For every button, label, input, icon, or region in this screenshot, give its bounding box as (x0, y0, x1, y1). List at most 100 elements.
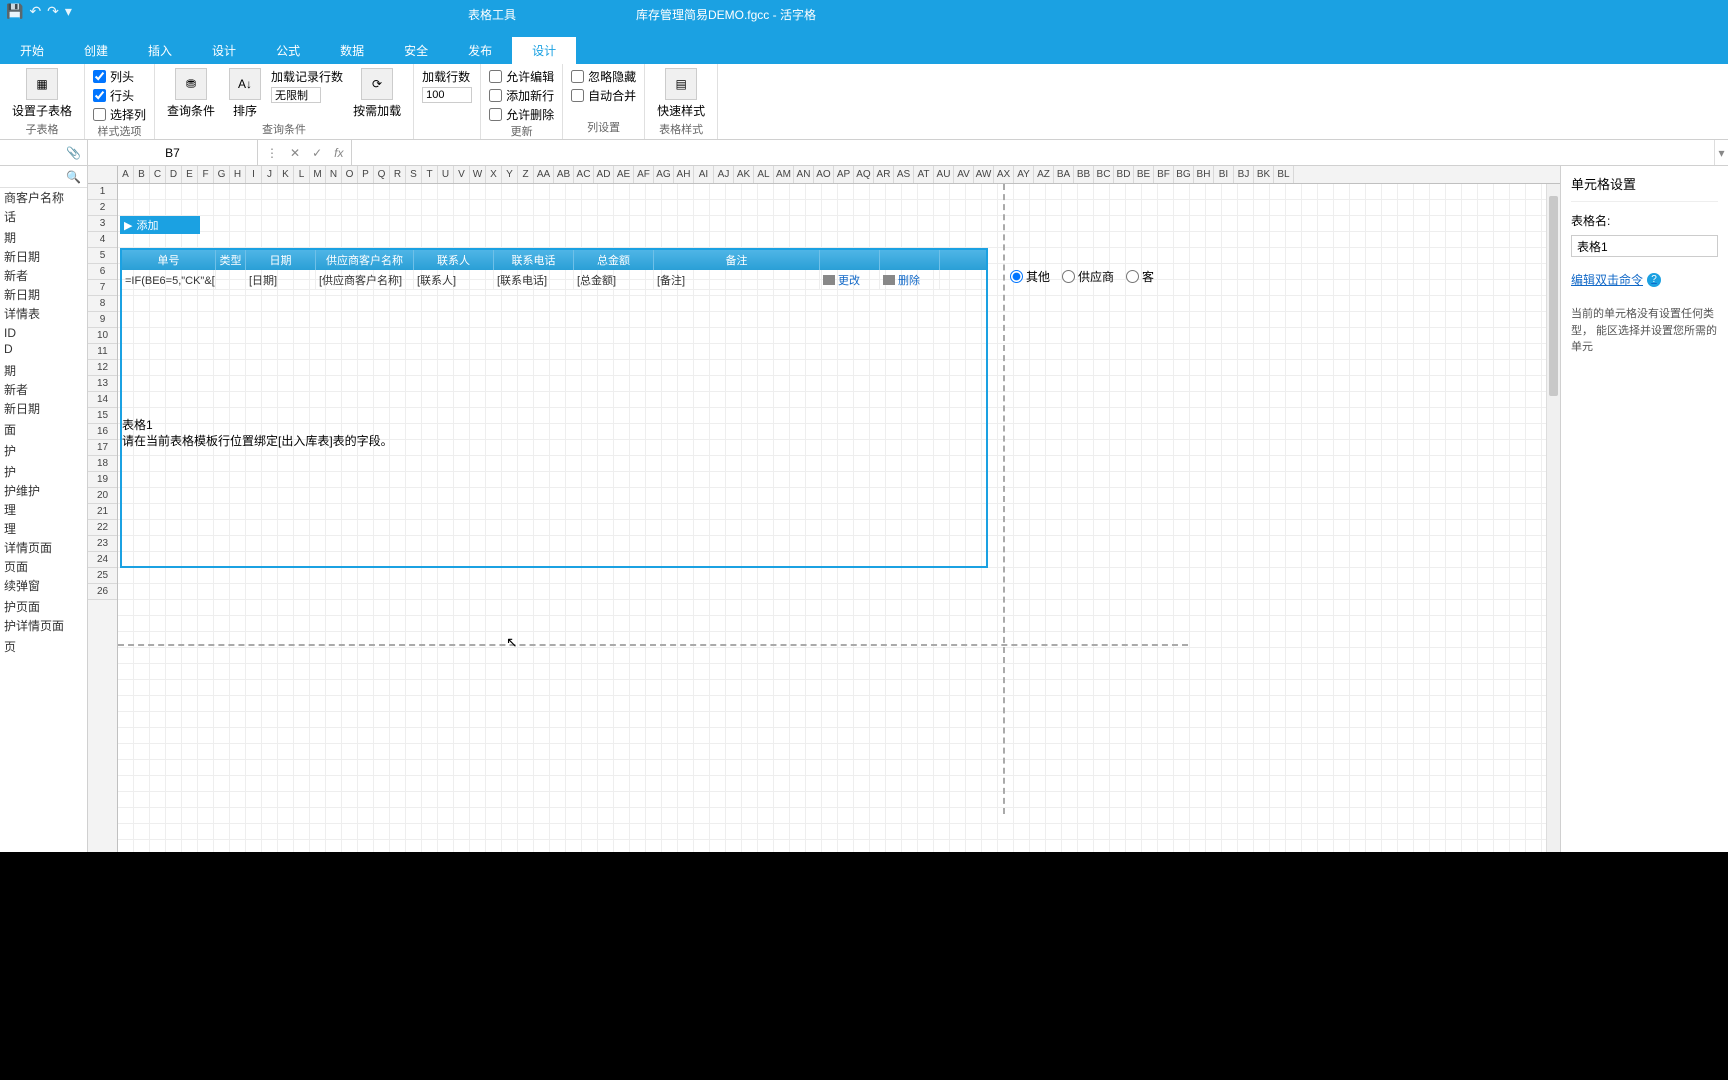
column-header[interactable]: BA (1054, 166, 1074, 183)
cb-select-col[interactable]: 选择列 (93, 106, 146, 123)
column-header[interactable]: AY (1014, 166, 1034, 183)
cancel-icon[interactable]: ✕ (290, 146, 300, 160)
undo-icon[interactable]: ↶ (29, 3, 41, 20)
row-header[interactable]: 4 (88, 232, 117, 248)
table-header-cell[interactable] (880, 250, 940, 270)
column-header[interactable]: BJ (1234, 166, 1254, 183)
column-header[interactable]: AQ (854, 166, 874, 183)
column-header[interactable]: AN (794, 166, 814, 183)
column-header[interactable]: AD (594, 166, 614, 183)
column-header[interactable]: D (166, 166, 182, 183)
table-data-cell[interactable]: [联系人] (414, 270, 494, 289)
row-header[interactable]: 14 (88, 392, 117, 408)
cb-auto-merge[interactable]: 自动合并 (571, 87, 636, 104)
column-header[interactable]: AS (894, 166, 914, 183)
column-header[interactable]: T (422, 166, 438, 183)
tree-item[interactable]: 理 (0, 500, 87, 519)
table-data-cell[interactable]: =IF(BE6=5,"CK"&[单 (122, 270, 216, 289)
quick-style-button[interactable]: ▤ 快速样式 (653, 66, 709, 121)
tree-item[interactable]: 理 (0, 519, 87, 538)
column-header[interactable]: J (262, 166, 278, 183)
tree-item[interactable]: 详情页面 (0, 538, 87, 557)
tree-item[interactable]: D (0, 341, 87, 357)
row-header[interactable]: 13 (88, 376, 117, 392)
row-header[interactable]: 2 (88, 200, 117, 216)
table-data-cell[interactable]: [联系电话] (494, 270, 574, 289)
table-template-row[interactable]: =IF(BE6=5,"CK"&[单[日期][供应商客户名称][联系人][联系电话… (122, 270, 986, 290)
attach-icon[interactable]: 📎 (66, 146, 81, 160)
tree-item[interactable]: 护 (0, 441, 87, 460)
tab-insert[interactable]: 插入 (128, 37, 192, 64)
column-header[interactable]: BL (1274, 166, 1294, 183)
table-header-cell[interactable]: 备注 (654, 250, 820, 270)
column-header[interactable]: AP (834, 166, 854, 183)
tab-publish[interactable]: 发布 (448, 37, 512, 64)
column-header[interactable]: AG (654, 166, 674, 183)
column-header[interactable]: N (326, 166, 342, 183)
row-header[interactable]: 17 (88, 440, 117, 456)
column-header[interactable]: AL (754, 166, 774, 183)
row-header[interactable]: 6 (88, 264, 117, 280)
row-header[interactable]: 25 (88, 568, 117, 584)
query-conditions-button[interactable]: ⛃ 查询条件 (163, 66, 219, 121)
save-icon[interactable]: 💾 (6, 3, 23, 20)
tree-item[interactable]: 期 (0, 361, 87, 380)
row-header[interactable]: 15 (88, 408, 117, 424)
cb-add-new[interactable]: 添加新行 (489, 87, 554, 104)
tree-item[interactable]: ID (0, 325, 87, 341)
column-header[interactable]: K (278, 166, 294, 183)
load-row-count-input[interactable] (271, 87, 321, 103)
column-header[interactable]: BF (1154, 166, 1174, 183)
column-header[interactable]: H (230, 166, 246, 183)
tree-item[interactable]: 护页面 (0, 597, 87, 616)
row-header[interactable]: 18 (88, 456, 117, 472)
table-header-cell[interactable] (820, 250, 880, 270)
cb-ignore-hidden[interactable]: 忽略隐藏 (571, 68, 636, 85)
tree-item[interactable]: 护 (0, 462, 87, 481)
column-header[interactable]: Z (518, 166, 534, 183)
tree-item[interactable]: 商客户名称 (0, 188, 87, 207)
table-data-cell[interactable] (216, 270, 246, 289)
column-header[interactable]: I (246, 166, 262, 183)
tree-item[interactable]: 新日期 (0, 399, 87, 418)
column-header[interactable]: AV (954, 166, 974, 183)
column-header[interactable]: AC (574, 166, 594, 183)
column-header[interactable]: AA (534, 166, 554, 183)
tree-item[interactable]: 护详情页面 (0, 616, 87, 635)
sort-button[interactable]: A↓ 排序 (225, 66, 265, 121)
column-header[interactable]: M (310, 166, 326, 183)
tree-item[interactable]: 话 (0, 207, 87, 226)
row-header[interactable]: 26 (88, 584, 117, 600)
subtable-settings-button[interactable]: ▦ 设置子表格 (8, 66, 76, 121)
column-header[interactable]: AM (774, 166, 794, 183)
tree-item[interactable]: 新日期 (0, 247, 87, 266)
column-header[interactable]: AW (974, 166, 994, 183)
column-header[interactable]: BI (1214, 166, 1234, 183)
tree-item[interactable]: 面 (0, 420, 87, 439)
table-data-cell[interactable]: [日期] (246, 270, 316, 289)
column-header[interactable]: E (182, 166, 198, 183)
load-on-demand-button[interactable]: ⟳ 按需加载 (349, 66, 405, 121)
table-header-cell[interactable]: 单号 (122, 250, 216, 270)
tree-item[interactable]: 新者 (0, 380, 87, 399)
column-header[interactable]: Y (502, 166, 518, 183)
column-header[interactable]: AJ (714, 166, 734, 183)
column-header[interactable]: AH (674, 166, 694, 183)
column-header[interactable]: AK (734, 166, 754, 183)
column-header[interactable]: G (214, 166, 230, 183)
radio-customer[interactable]: 客 (1126, 268, 1154, 285)
row-header[interactable]: 12 (88, 360, 117, 376)
tab-design1[interactable]: 设计 (192, 37, 256, 64)
column-header[interactable]: L (294, 166, 310, 183)
tab-design2[interactable]: 设计 (512, 37, 576, 64)
cb-row-header[interactable]: 行头 (93, 87, 146, 104)
add-button[interactable]: ▶ 添加 (120, 216, 200, 234)
row-header[interactable]: 20 (88, 488, 117, 504)
tree-item[interactable]: 期 (0, 228, 87, 247)
table-region[interactable]: 单号类型日期供应商客户名称联系人联系电话总金额备注 =IF(BE6=5,"CK"… (120, 248, 988, 568)
column-header[interactable]: S (406, 166, 422, 183)
table-header-cell[interactable]: 联系电话 (494, 250, 574, 270)
tree-item[interactable]: 页 (0, 637, 87, 656)
column-header[interactable]: BE (1134, 166, 1154, 183)
column-header[interactable]: BC (1094, 166, 1114, 183)
